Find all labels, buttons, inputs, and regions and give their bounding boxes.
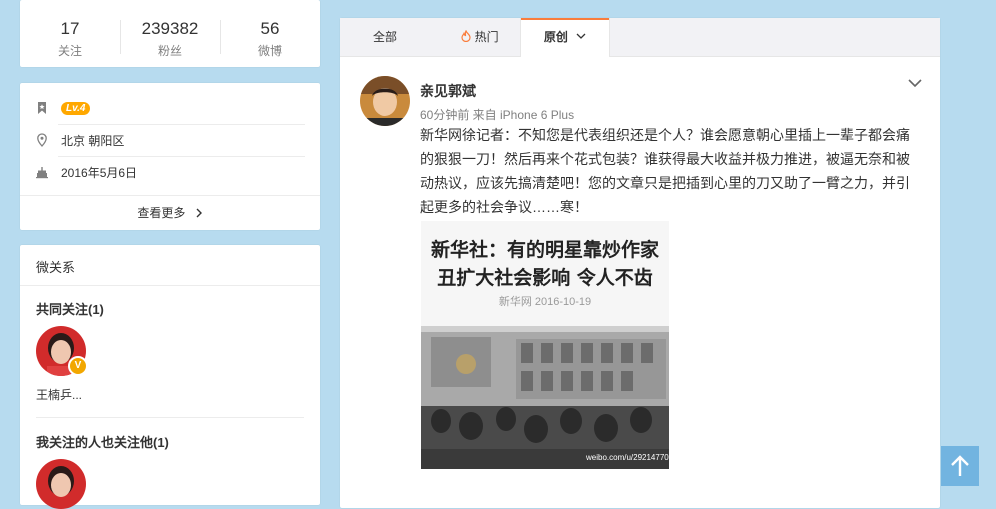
stat-following-count: 17 [60, 19, 80, 38]
chevron-right-icon [196, 208, 202, 218]
arrow-up-icon [951, 455, 969, 476]
stat-fans-count: 239382 [141, 19, 199, 38]
view-more-label: 查看更多 [137, 206, 186, 220]
common-follow-name[interactable]: 王楠乒... [36, 386, 82, 403]
chevron-down-icon[interactable] [905, 73, 925, 93]
verified-badge-icon: V [68, 356, 88, 376]
tab-original-label: 原创 [543, 30, 568, 44]
divider [20, 285, 320, 286]
location-text: 北京 朝阳区 [61, 134, 125, 148]
avatar-image [36, 459, 86, 509]
stat-weibo[interactable]: 56 微博 [220, 0, 320, 67]
feed-card: 全部 热门 原创 亲见郭斌 60分钟前 来自 iPhone 6 Plus 新华网… [340, 18, 940, 508]
relations-card: 微关系 共同关注(1) V 王楠乒... 我关注的人也关注他(1) [20, 245, 320, 509]
image-photo [421, 326, 669, 469]
stat-weibo-count: 56 [260, 19, 280, 38]
stats-card: 17 关注 239382 粉丝 56 微博 [20, 0, 320, 67]
info-location-row: 北京 朝阳区 [20, 124, 320, 156]
mutual-follow-title: 我关注的人也关注他(1) [36, 435, 169, 450]
back-to-top-button[interactable] [941, 446, 979, 486]
post-image[interactable]: 新华社：有的明星靠炒作家 丑扩大社会影响 令人不齿 新华网 2016-10-19 [421, 221, 669, 469]
register-date-text: 2016年5月6日 [61, 166, 138, 180]
stat-following[interactable]: 17 关注 [20, 0, 120, 67]
divider [36, 417, 304, 418]
avatar[interactable] [36, 459, 86, 509]
image-watermark: weibo.com/u/2921477075 [586, 453, 669, 462]
info-level-row: Lv.4 [20, 92, 320, 124]
tab-original[interactable]: 原创 [520, 18, 610, 57]
tab-hot[interactable]: 热门 [438, 18, 522, 56]
avatar-image [360, 76, 410, 126]
stat-fans-label: 粉丝 [157, 44, 182, 58]
feed-tabs: 全部 热门 原创 [340, 18, 940, 57]
tab-all-label: 全部 [372, 30, 397, 44]
post-meta: 60分钟前 来自 iPhone 6 Plus [420, 108, 575, 122]
relations-title: 微关系 [36, 260, 76, 275]
chevron-down-icon [576, 33, 586, 39]
info-card: Lv.4 北京 朝阳区 2016年5月6日 查看更多 [20, 83, 320, 230]
post-text: 新华网徐记者：不知您是代表组织还是个人？谁会愿意朝心里插上一辈子都会痛的狠狠一刀… [420, 127, 910, 215]
stat-weibo-label: 微博 [257, 44, 282, 58]
stat-fans[interactable]: 239382 粉丝 [120, 0, 220, 67]
post-avatar[interactable] [360, 76, 410, 126]
tab-all[interactable]: 全部 [340, 18, 430, 56]
cake-icon [36, 167, 48, 179]
tab-hot-label: 热门 [474, 30, 499, 44]
info-date-row: 2016年5月6日 [20, 156, 320, 188]
bookmark-icon [38, 102, 46, 114]
common-follow-title: 共同关注(1) [36, 302, 104, 317]
flame-icon [461, 29, 471, 43]
stat-following-label: 关注 [57, 44, 82, 58]
post-author-name[interactable]: 亲见郭斌 [420, 81, 476, 101]
location-pin-icon [37, 133, 47, 147]
view-more-link[interactable]: 查看更多 [20, 196, 320, 230]
level-badge[interactable]: Lv.4 [61, 102, 91, 115]
